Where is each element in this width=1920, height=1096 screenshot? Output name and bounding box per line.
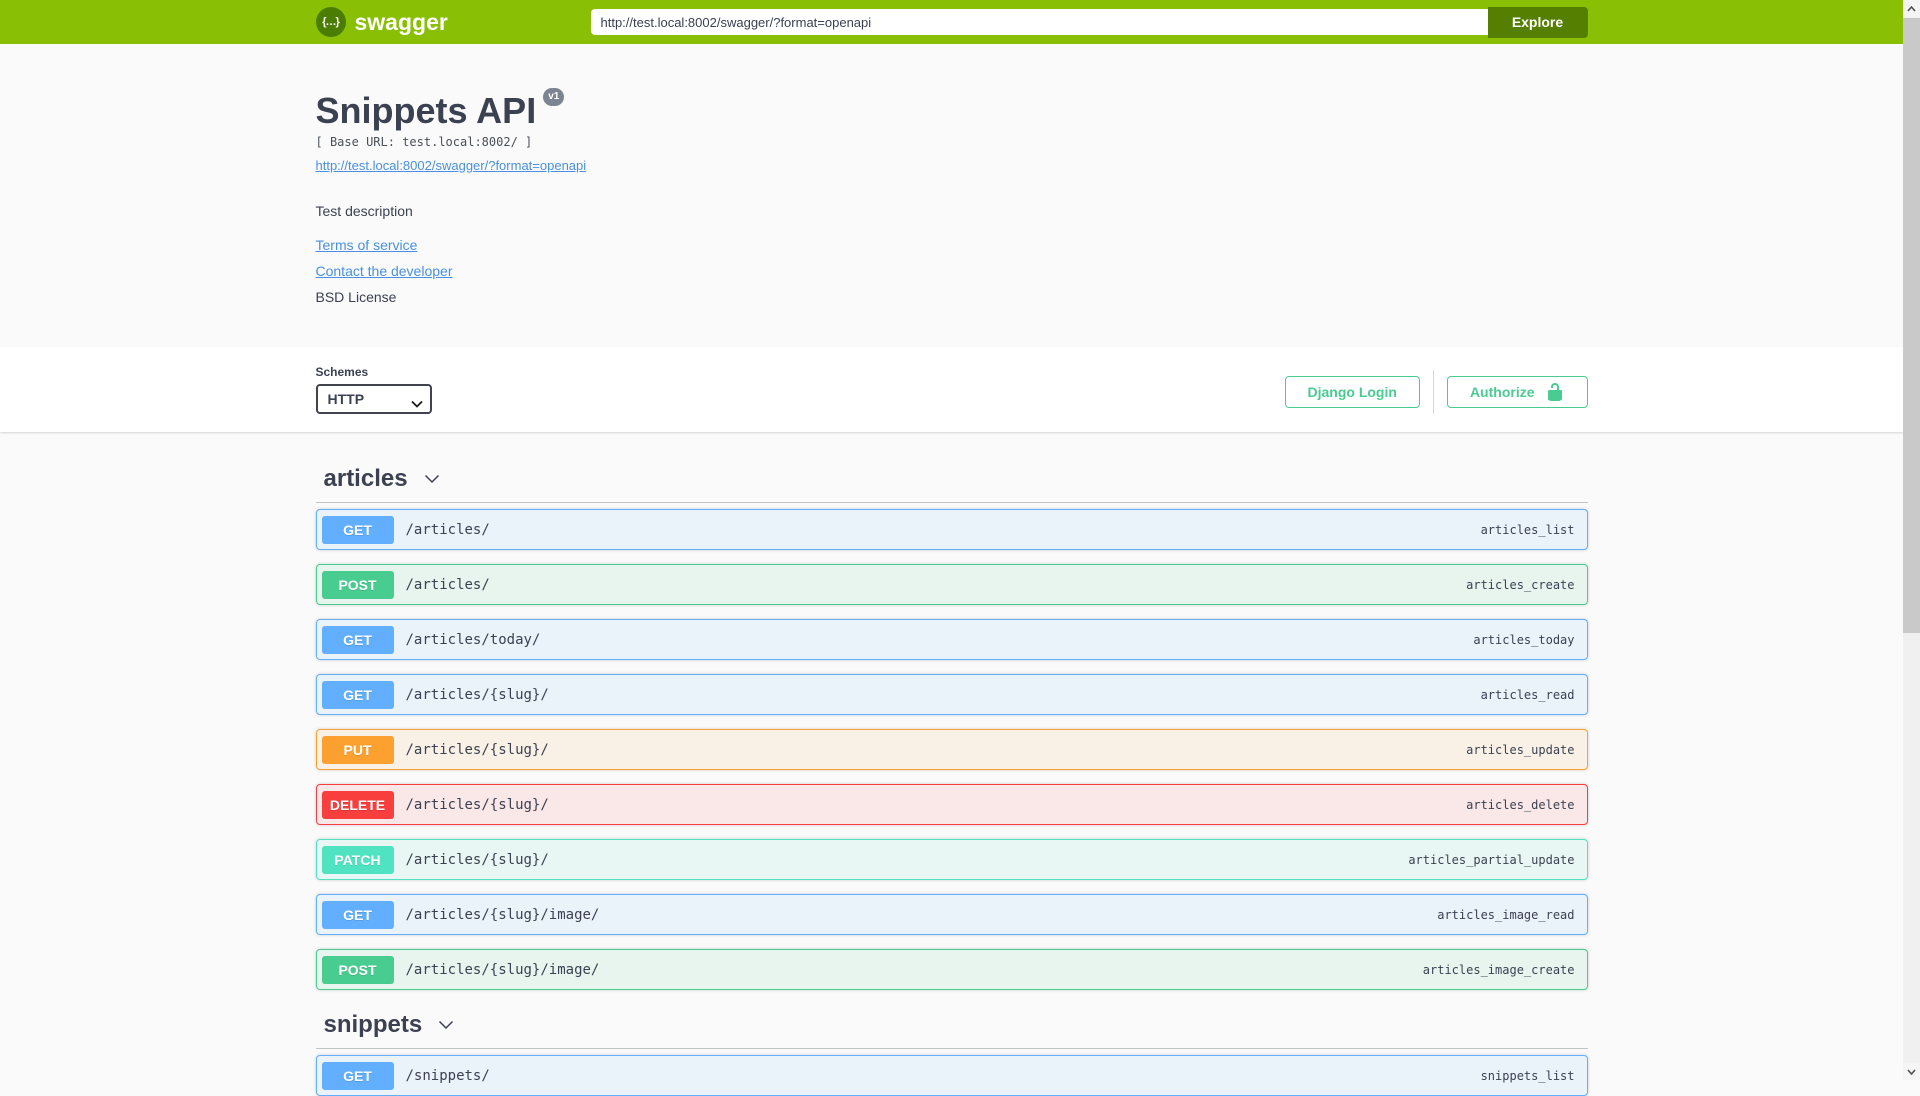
- opblock-articles_update[interactable]: PUT/articles/{slug}/ articles_update: [315, 729, 1588, 770]
- auth-divider: [1432, 370, 1434, 414]
- unlocked-padlock-icon: [1545, 382, 1565, 402]
- topbar: {…} swagger Explore: [0, 0, 1903, 44]
- opblock-articles_partial_update[interactable]: PATCH/articles/{slug}/ articles_partial_u…: [315, 839, 1588, 880]
- chevron-down-icon: [436, 1015, 456, 1035]
- opblock-articles_image_create[interactable]: POST/articles/{slug}/image/articles_imag…: [315, 949, 1588, 990]
- operation-id: articles_read: [1480, 687, 1575, 702]
- chevron-down-icon: [422, 469, 442, 489]
- api-title-text: Snippets API: [315, 90, 537, 131]
- operation-id: articles_image_read: [1437, 907, 1575, 922]
- schemes-label: Schemes: [315, 365, 369, 379]
- opblock-articles_delete[interactable]: DELETE/articles/{slug}/ articles_delete: [315, 784, 1588, 825]
- spec-url-input[interactable]: [590, 9, 1488, 35]
- operation-id: articles_create: [1466, 577, 1575, 592]
- swagger-logo-link[interactable]: {…} swagger: [315, 7, 448, 37]
- terms-of-service-link[interactable]: Terms of service: [316, 237, 418, 253]
- django-login-label: Django Login: [1307, 384, 1397, 400]
- tag-label: articles: [323, 465, 408, 492]
- information-container: Snippets API v1 [ Base URL: test.local:80…: [0, 44, 1903, 347]
- opblock-articles_image_read[interactable]: GET/articles/{slug}/image/articles_image…: [315, 894, 1588, 935]
- api-title: Snippets API v1: [315, 88, 1588, 132]
- operation-path: /articles/{slug}/: [405, 686, 549, 703]
- scrollbar-up-arrow[interactable]: [1903, 0, 1920, 17]
- opblock-articles_create[interactable]: POST/articles/articles_create: [315, 564, 1588, 605]
- method-badge: DELETE: [321, 790, 394, 819]
- operation-id: articles_image_create: [1422, 962, 1575, 977]
- schemes-select[interactable]: HTTP: [315, 384, 432, 414]
- base-url: [ Base URL: test.local:8002/ ]: [315, 135, 533, 149]
- operation-path: /snippets/: [405, 1067, 490, 1084]
- operation-id: articles_list: [1480, 522, 1575, 537]
- operation-path: /articles/today/: [405, 631, 541, 648]
- browser-scrollbar: [1903, 0, 1920, 1080]
- license-text: BSD License: [315, 289, 397, 305]
- operation-path: /articles/{slug}/: [405, 796, 549, 813]
- method-badge: PUT: [321, 735, 394, 764]
- method-badge: POST: [321, 570, 394, 599]
- operation-path: /articles/: [405, 521, 490, 538]
- tag-section-articles: articles GET/articles/articles_list POST/a…: [315, 458, 1588, 990]
- opblock-articles_today[interactable]: GET/articles/today/articles_today: [315, 619, 1588, 660]
- schemes-group: Schemes HTTP: [315, 365, 432, 414]
- api-description: Test description: [315, 203, 413, 219]
- method-badge: GET: [321, 680, 394, 709]
- explore-button[interactable]: Explore: [1487, 6, 1588, 38]
- tag-section-snippets: snippets GET/snippets/snippets_list: [315, 1004, 1588, 1096]
- tag-label: snippets: [323, 1011, 423, 1038]
- operation-id: articles_update: [1466, 742, 1575, 757]
- operation-id: articles_delete: [1466, 797, 1575, 812]
- method-badge: GET: [321, 515, 394, 544]
- opblock-articles_list[interactable]: GET/articles/articles_list: [315, 509, 1588, 550]
- method-badge: GET: [321, 625, 394, 654]
- operation-id: articles_partial_update: [1408, 852, 1575, 867]
- tag-header-snippets[interactable]: snippets: [315, 1004, 1588, 1049]
- spec-link[interactable]: http://test.local:8002/swagger/?format=o…: [316, 158, 587, 173]
- swagger-ui-page: {…} swagger Explore Snippets API v1 [ Bas…: [0, 0, 1903, 1096]
- opblock-articles_read[interactable]: GET/articles/{slug}/ articles_read: [315, 674, 1588, 715]
- operation-path: /articles/{slug}/image/: [405, 906, 600, 923]
- opblock-snippets_list[interactable]: GET/snippets/snippets_list: [315, 1055, 1588, 1096]
- method-badge: GET: [321, 1061, 394, 1090]
- django-login-button[interactable]: Django Login: [1284, 376, 1420, 408]
- swagger-logo-icon: {…}: [315, 7, 346, 37]
- scheme-container: Schemes HTTP Django Login Authorize: [0, 347, 1903, 432]
- authorize-button[interactable]: Authorize: [1446, 376, 1588, 408]
- scrollbar-down-arrow[interactable]: [1903, 1063, 1920, 1080]
- auth-wrapper: Django Login Authorize: [1284, 370, 1588, 414]
- operation-path: /articles/: [405, 576, 490, 593]
- method-badge: GET: [321, 900, 394, 929]
- operation-path: /articles/{slug}/: [405, 851, 549, 868]
- authorize-label: Authorize: [1469, 384, 1535, 400]
- operation-id: articles_today: [1473, 632, 1575, 647]
- contact-developer-link[interactable]: Contact the developer: [316, 263, 453, 279]
- explore-form: Explore: [590, 6, 1588, 38]
- version-badge: v1: [543, 88, 565, 106]
- operation-path: /articles/{slug}/: [405, 741, 549, 758]
- tag-header-articles[interactable]: articles: [315, 458, 1588, 503]
- operation-path: /articles/{slug}/image/: [405, 961, 600, 978]
- operations-sections: articles GET/articles/articles_list POST/a…: [315, 458, 1588, 1096]
- method-badge: PATCH: [321, 845, 394, 874]
- scrollbar-thumb[interactable]: [1903, 18, 1920, 633]
- operation-id: snippets_list: [1480, 1068, 1575, 1083]
- method-badge: POST: [321, 955, 394, 984]
- brand-name: swagger: [354, 8, 448, 35]
